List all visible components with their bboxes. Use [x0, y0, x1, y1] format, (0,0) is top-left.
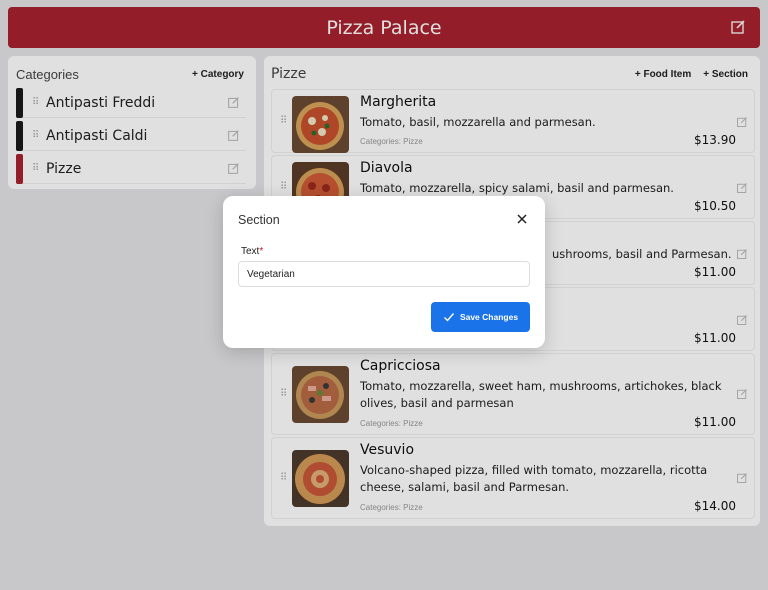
app: Pizza Palace Categories + Category ⠿ Ant… — [0, 0, 768, 590]
text-field-label: Text* — [241, 246, 263, 257]
close-icon[interactable] — [515, 212, 529, 226]
section-text-input[interactable] — [238, 261, 530, 287]
check-icon — [443, 313, 454, 322]
save-changes-label: Save Changes — [459, 312, 519, 322]
text-field-label-text: Text — [241, 246, 260, 257]
save-changes-button[interactable]: Save Changes — [431, 302, 530, 332]
required-mark: * — [259, 246, 264, 257]
section-modal: Section Text* Save Changes — [223, 196, 545, 348]
modal-title: Section — [238, 213, 280, 227]
